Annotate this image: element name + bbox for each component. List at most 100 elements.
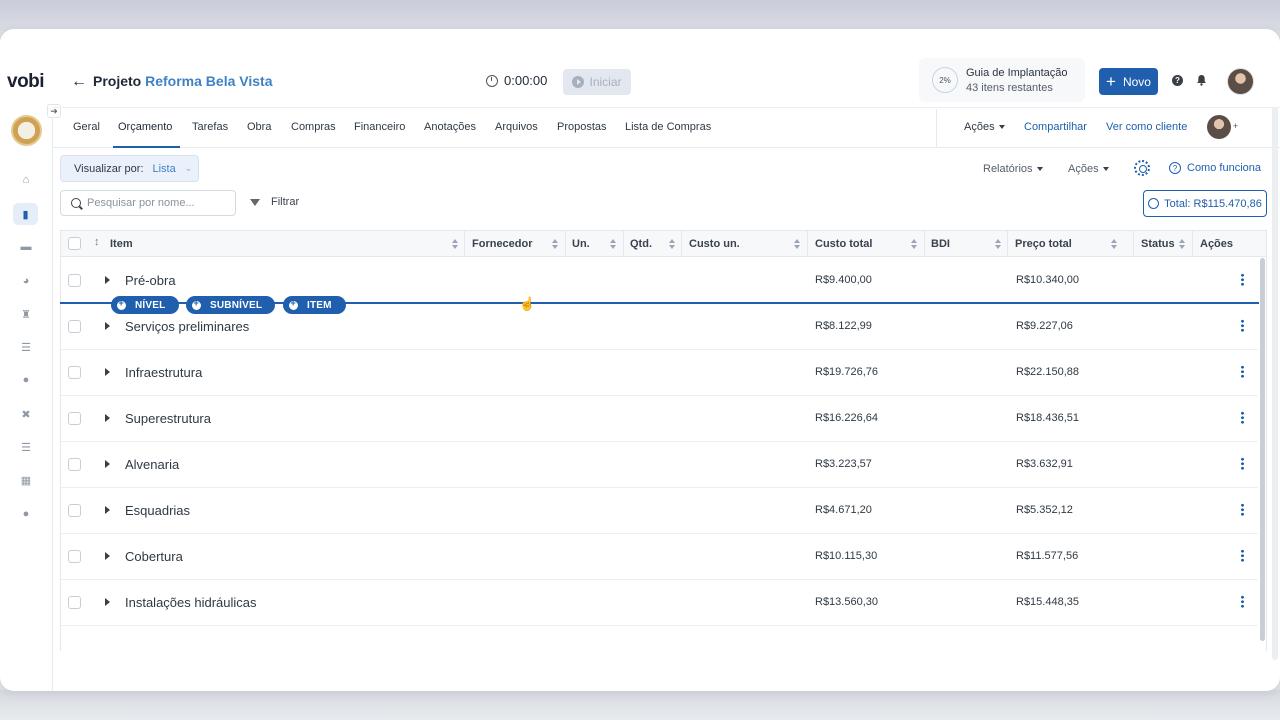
member-avatar[interactable] — [1207, 115, 1231, 139]
project-name[interactable]: Reforma Bela Vista — [145, 73, 272, 89]
implementation-guide[interactable]: 2% Guia de Implantação 43 itens restante… — [919, 58, 1085, 102]
row-menu-icon[interactable] — [1241, 503, 1244, 516]
row-checkbox[interactable] — [68, 596, 81, 609]
table-row[interactable]: Superestrutura R$16.226,64 R$18.436,51 — [61, 396, 1258, 442]
expand-icon[interactable] — [105, 506, 110, 514]
expand-icon[interactable] — [105, 322, 110, 330]
coins-icon[interactable]: ☰ — [17, 338, 35, 356]
add-item-button[interactable]: ITEM — [283, 296, 346, 314]
row-checkbox[interactable] — [68, 458, 81, 471]
col-qtd[interactable]: Qtd. — [630, 238, 652, 250]
folder-icon[interactable]: ▮ — [13, 203, 38, 225]
handshake-icon[interactable]: ▬ — [17, 238, 35, 256]
worker-icon[interactable]: ♜ — [17, 305, 35, 323]
how-it-works-link[interactable]: ? Como funciona — [1169, 162, 1261, 174]
sort-icon[interactable] — [911, 239, 918, 249]
tab-compras[interactable]: Compras — [291, 121, 336, 133]
reports-dropdown[interactable]: Relatórios — [983, 163, 1043, 175]
tab-actions-dropdown[interactable]: Ações — [964, 121, 1005, 133]
expand-icon[interactable] — [105, 368, 110, 376]
col-fornecedor[interactable]: Fornecedor — [472, 238, 533, 250]
row-checkbox[interactable] — [68, 550, 81, 563]
row-menu-icon[interactable] — [1241, 365, 1244, 378]
col-custo-un[interactable]: Custo un. — [689, 238, 740, 250]
sort-icon[interactable] — [1111, 239, 1118, 249]
expand-icon[interactable] — [105, 552, 110, 560]
search-field[interactable] — [60, 190, 236, 216]
tab-obra[interactable]: Obra — [247, 121, 271, 133]
actions-dropdown[interactable]: Ações — [1068, 163, 1109, 175]
gear-icon[interactable] — [1134, 160, 1150, 176]
view-by-select[interactable]: Visualizar por: Lista ⌄ — [60, 155, 199, 182]
search-input[interactable] — [87, 197, 227, 209]
sort-icon[interactable] — [1179, 239, 1186, 249]
col-un[interactable]: Un. — [572, 238, 590, 250]
new-button[interactable]: + Novo — [1099, 68, 1158, 95]
back-arrow-icon[interactable]: ← — [71, 73, 87, 91]
tab-anotacoes[interactable]: Anotações — [424, 121, 476, 133]
row-menu-icon[interactable] — [1241, 411, 1244, 424]
page-scrollbar[interactable] — [1272, 107, 1278, 660]
tab-arquivos[interactable]: Arquivos — [495, 121, 538, 133]
user-avatar[interactable] — [1227, 68, 1254, 95]
sort-icon[interactable] — [610, 239, 617, 249]
table-row[interactable]: Esquadrias R$4.671,20 R$5.352,12 — [61, 488, 1258, 534]
apps-icon[interactable]: ▦ — [17, 471, 35, 489]
total-button[interactable]: Total: R$115.470,86 — [1143, 190, 1267, 217]
expand-icon[interactable] — [105, 460, 110, 468]
add-member-icon[interactable]: + — [1233, 121, 1238, 131]
share-link[interactable]: Compartilhar — [1024, 121, 1087, 133]
col-bdi[interactable]: BDI — [931, 238, 950, 250]
select-all-checkbox[interactable] — [68, 237, 81, 250]
tools-icon[interactable]: ✖ — [17, 405, 35, 423]
sort-icon[interactable] — [995, 239, 1002, 249]
tab-lista-de-compras[interactable]: Lista de Compras — [625, 121, 711, 133]
row-checkbox[interactable] — [68, 320, 81, 333]
col-custo-total[interactable]: Custo total — [815, 238, 872, 250]
expand-icon[interactable] — [105, 598, 110, 606]
dollar-icon[interactable]: ● — [17, 371, 35, 389]
team-icon[interactable]: ● — [17, 505, 35, 523]
bell-icon[interactable] — [1196, 74, 1207, 86]
start-timer-button[interactable]: Iniciar — [563, 69, 631, 95]
col-item[interactable]: Item — [110, 238, 133, 250]
filter-button[interactable]: Filtrar — [250, 196, 299, 208]
row-checkbox[interactable] — [68, 274, 81, 287]
row-checkbox[interactable] — [68, 504, 81, 517]
drag-handle-icon[interactable]: ↕ — [94, 236, 100, 248]
tab-geral[interactable]: Geral — [73, 121, 100, 133]
row-menu-icon[interactable] — [1241, 319, 1244, 332]
table-row[interactable]: Infraestrutura R$19.726,76 R$22.150,88 — [61, 350, 1258, 396]
row-menu-icon[interactable] — [1241, 595, 1244, 608]
sort-icon[interactable] — [669, 239, 676, 249]
row-menu-icon[interactable] — [1241, 273, 1244, 286]
client-view-link[interactable]: Ver como cliente — [1106, 121, 1187, 133]
add-sublevel-button[interactable]: SUBNÍVEL — [186, 296, 275, 314]
sort-icon[interactable] — [452, 239, 459, 249]
help-icon[interactable]: ? — [1172, 75, 1183, 86]
tab-financeiro[interactable]: Financeiro — [354, 121, 405, 133]
tab-orcamento[interactable]: Orçamento — [118, 121, 172, 133]
expand-icon[interactable] — [105, 414, 110, 422]
row-menu-icon[interactable] — [1241, 457, 1244, 470]
add-level-button[interactable]: NÍVEL — [111, 296, 179, 314]
row-checkbox[interactable] — [68, 412, 81, 425]
gauge-icon[interactable]: ◕ — [17, 272, 35, 290]
list-icon[interactable]: ☰ — [17, 438, 35, 456]
tab-propostas[interactable]: Propostas — [557, 121, 607, 133]
tab-tarefas[interactable]: Tarefas — [192, 121, 228, 133]
sort-icon[interactable] — [794, 239, 801, 249]
row-checkbox[interactable] — [68, 366, 81, 379]
table-scrollbar[interactable] — [1260, 258, 1265, 641]
table-row[interactable]: Cobertura R$10.115,30 R$11.577,56 — [61, 534, 1258, 580]
table-row[interactable]: Alvenaria R$3.223,57 R$3.632,91 — [61, 442, 1258, 488]
vobi-logo[interactable]: vobi — [7, 71, 45, 93]
organization-logo[interactable] — [11, 115, 42, 146]
expand-icon[interactable] — [105, 276, 110, 284]
col-status[interactable]: Status — [1141, 238, 1175, 250]
table-row[interactable]: Instalações hidráulicas R$13.560,30 R$15… — [61, 580, 1258, 626]
row-menu-icon[interactable] — [1241, 549, 1244, 562]
sort-icon[interactable] — [552, 239, 559, 249]
col-preco-total[interactable]: Preço total — [1015, 238, 1072, 250]
home-icon[interactable]: ⌂ — [17, 171, 35, 189]
